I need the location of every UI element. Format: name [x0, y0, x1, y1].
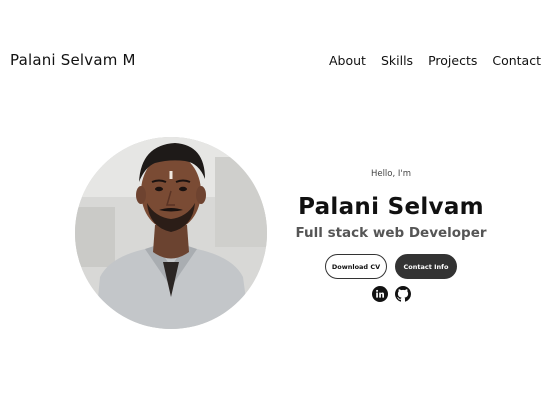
- github-icon[interactable]: [394, 286, 411, 302]
- nav-menu: About Skills Projects Contact: [329, 53, 541, 68]
- site-logo[interactable]: Palani Selvam M: [10, 51, 136, 69]
- download-cv-button[interactable]: Download CV: [325, 254, 387, 279]
- hero-section: Hello, I'm Palani Selvam Full stack web …: [290, 163, 492, 302]
- hero-name: Palani Selvam: [298, 194, 484, 220]
- nav-link-skills[interactable]: Skills: [381, 53, 413, 68]
- hero-buttons: Download CV Contact Info: [290, 254, 492, 279]
- hero-greeting: Hello, I'm: [370, 169, 412, 179]
- nav-link-about[interactable]: About: [329, 53, 366, 68]
- profile-photo: [75, 137, 267, 329]
- nav-link-projects[interactable]: Projects: [428, 53, 477, 68]
- profile-photo-illustration: [75, 137, 267, 329]
- contact-info-button[interactable]: Contact Info: [395, 254, 457, 279]
- social-links: [290, 286, 492, 302]
- hero-role: Full stack web Developer: [295, 225, 487, 241]
- linkedin-icon[interactable]: [371, 286, 388, 302]
- nav-link-contact[interactable]: Contact: [492, 53, 541, 68]
- site-header: Palani Selvam M About Skills Projects Co…: [0, 0, 555, 122]
